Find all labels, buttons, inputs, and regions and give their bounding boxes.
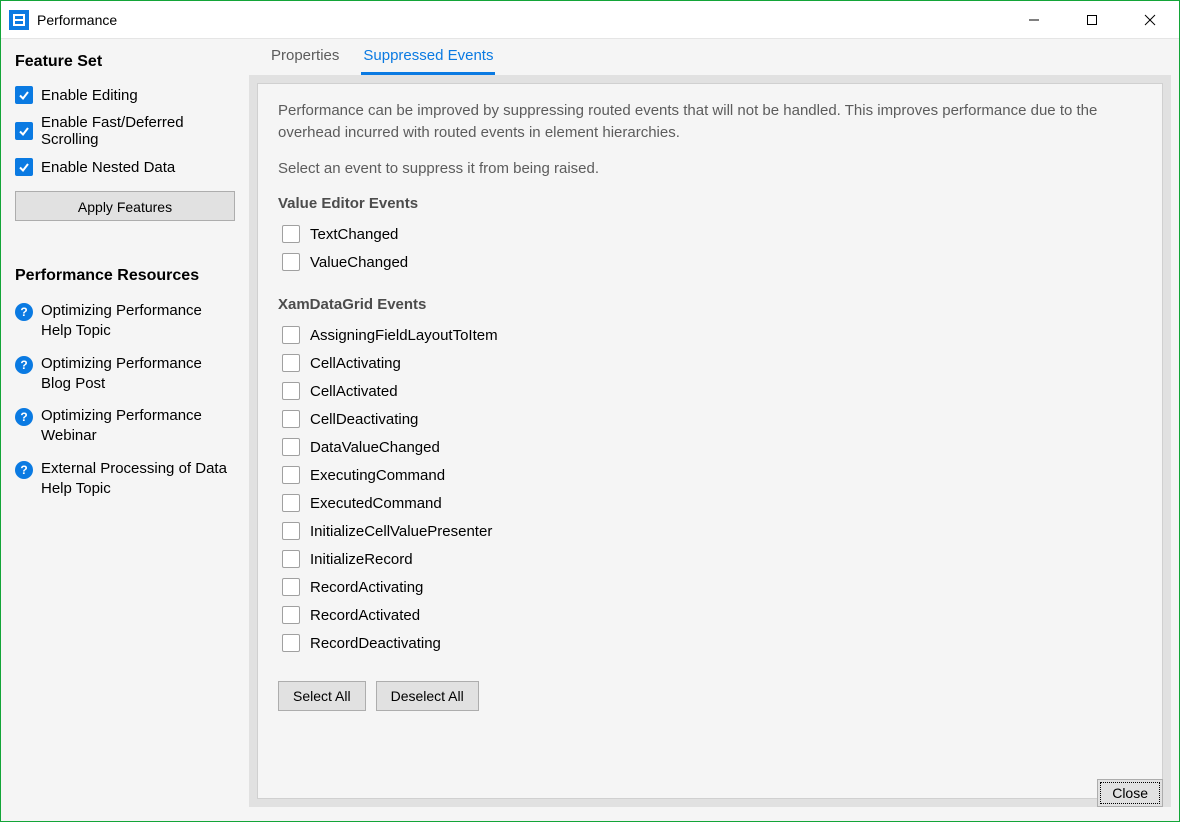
sidebar: Feature Set Enable Editing Enable Fast/De…: [1, 39, 249, 821]
resource-link[interactable]: ? External Processing of DataHelp Topic: [1, 453, 249, 506]
help-icon: ?: [15, 303, 33, 321]
suppressed-events-panel: Performance can be improved by suppressi…: [257, 83, 1163, 799]
event-checkbox[interactable]: [282, 634, 300, 652]
event-label: CellDeactivating: [310, 411, 418, 428]
feature-checkbox[interactable]: [15, 122, 33, 140]
feature-row: Enable Editing: [1, 81, 249, 109]
event-label: ExecutedCommand: [310, 495, 442, 512]
minimize-button[interactable]: [1005, 1, 1063, 38]
titlebar: Performance: [1, 1, 1179, 39]
feature-label: Enable Nested Data: [41, 159, 175, 176]
event-label: CellActivated: [310, 383, 398, 400]
resource-label: External Processing of DataHelp Topic: [41, 459, 227, 500]
event-checkbox[interactable]: [282, 253, 300, 271]
window-controls: [1005, 1, 1179, 38]
event-row: ExecutingCommand: [278, 461, 1142, 489]
apply-features-button[interactable]: Apply Features: [15, 191, 235, 221]
xamdatagrid-events-header: XamDataGrid Events: [278, 296, 1142, 313]
resource-label: Optimizing PerformanceWebinar: [41, 406, 202, 447]
select-all-button[interactable]: Select All: [278, 681, 366, 711]
event-row: CellActivated: [278, 377, 1142, 405]
tab-suppressed-events[interactable]: Suppressed Events: [361, 39, 495, 75]
feature-set-header: Feature Set: [1, 53, 249, 81]
panel-intro-1: Performance can be improved by suppressi…: [278, 100, 1142, 144]
resource-link[interactable]: ? Optimizing PerformanceBlog Post: [1, 348, 249, 401]
main-area: Properties Suppressed Events Performance…: [249, 39, 1179, 821]
event-checkbox[interactable]: [282, 522, 300, 540]
tab-properties[interactable]: Properties: [269, 39, 341, 75]
event-row: ExecutedCommand: [278, 489, 1142, 517]
feature-label: Enable Editing: [41, 87, 138, 104]
tab-bar: Properties Suppressed Events: [249, 39, 1179, 75]
resource-label: Optimizing PerformanceHelp Topic: [41, 301, 202, 342]
close-button[interactable]: Close: [1097, 779, 1163, 807]
event-label: TextChanged: [310, 226, 398, 243]
event-checkbox[interactable]: [282, 578, 300, 596]
event-row: InitializeRecord: [278, 545, 1142, 573]
feature-checkbox[interactable]: [15, 86, 33, 104]
event-label: InitializeCellValuePresenter: [310, 523, 492, 540]
performance-resources-header: Performance Resources: [1, 221, 249, 295]
event-label: ExecutingCommand: [310, 467, 445, 484]
event-row: InitializeCellValuePresenter: [278, 517, 1142, 545]
event-checkbox[interactable]: [282, 354, 300, 372]
event-label: InitializeRecord: [310, 551, 413, 568]
app-icon: [9, 10, 29, 30]
event-checkbox[interactable]: [282, 225, 300, 243]
event-label: DataValueChanged: [310, 439, 440, 456]
event-checkbox[interactable]: [282, 494, 300, 512]
event-checkbox[interactable]: [282, 326, 300, 344]
deselect-all-button[interactable]: Deselect All: [376, 681, 479, 711]
event-label: RecordActivated: [310, 607, 420, 624]
maximize-button[interactable]: [1063, 1, 1121, 38]
event-row: ValueChanged: [278, 248, 1142, 276]
event-label: ValueChanged: [310, 254, 408, 271]
event-checkbox[interactable]: [282, 606, 300, 624]
resource-link[interactable]: ? Optimizing PerformanceHelp Topic: [1, 295, 249, 348]
event-row: RecordDeactivating: [278, 629, 1142, 657]
event-checkbox[interactable]: [282, 550, 300, 568]
event-row: TextChanged: [278, 220, 1142, 248]
help-icon: ?: [15, 408, 33, 426]
event-checkbox[interactable]: [282, 438, 300, 456]
event-label: RecordDeactivating: [310, 635, 441, 652]
event-label: CellActivating: [310, 355, 401, 372]
feature-label: Enable Fast/Deferred Scrolling: [41, 114, 235, 148]
window-title: Performance: [37, 12, 1005, 28]
resource-label: Optimizing PerformanceBlog Post: [41, 354, 202, 395]
event-row: AssigningFieldLayoutToItem: [278, 321, 1142, 349]
event-row: RecordActivated: [278, 601, 1142, 629]
event-checkbox[interactable]: [282, 410, 300, 428]
event-label: AssigningFieldLayoutToItem: [310, 327, 498, 344]
event-row: CellDeactivating: [278, 405, 1142, 433]
value-editor-events-header: Value Editor Events: [278, 195, 1142, 212]
feature-row: Enable Nested Data: [1, 153, 249, 181]
feature-row: Enable Fast/Deferred Scrolling: [1, 109, 249, 153]
help-icon: ?: [15, 356, 33, 374]
event-row: CellActivating: [278, 349, 1142, 377]
resource-link[interactable]: ? Optimizing PerformanceWebinar: [1, 400, 249, 453]
help-icon: ?: [15, 461, 33, 479]
event-checkbox[interactable]: [282, 382, 300, 400]
event-label: RecordActivating: [310, 579, 423, 596]
feature-checkbox[interactable]: [15, 158, 33, 176]
event-row: DataValueChanged: [278, 433, 1142, 461]
event-row: RecordActivating: [278, 573, 1142, 601]
close-window-button[interactable]: [1121, 1, 1179, 38]
event-checkbox[interactable]: [282, 466, 300, 484]
panel-intro-2: Select an event to suppress it from bein…: [278, 158, 1142, 180]
